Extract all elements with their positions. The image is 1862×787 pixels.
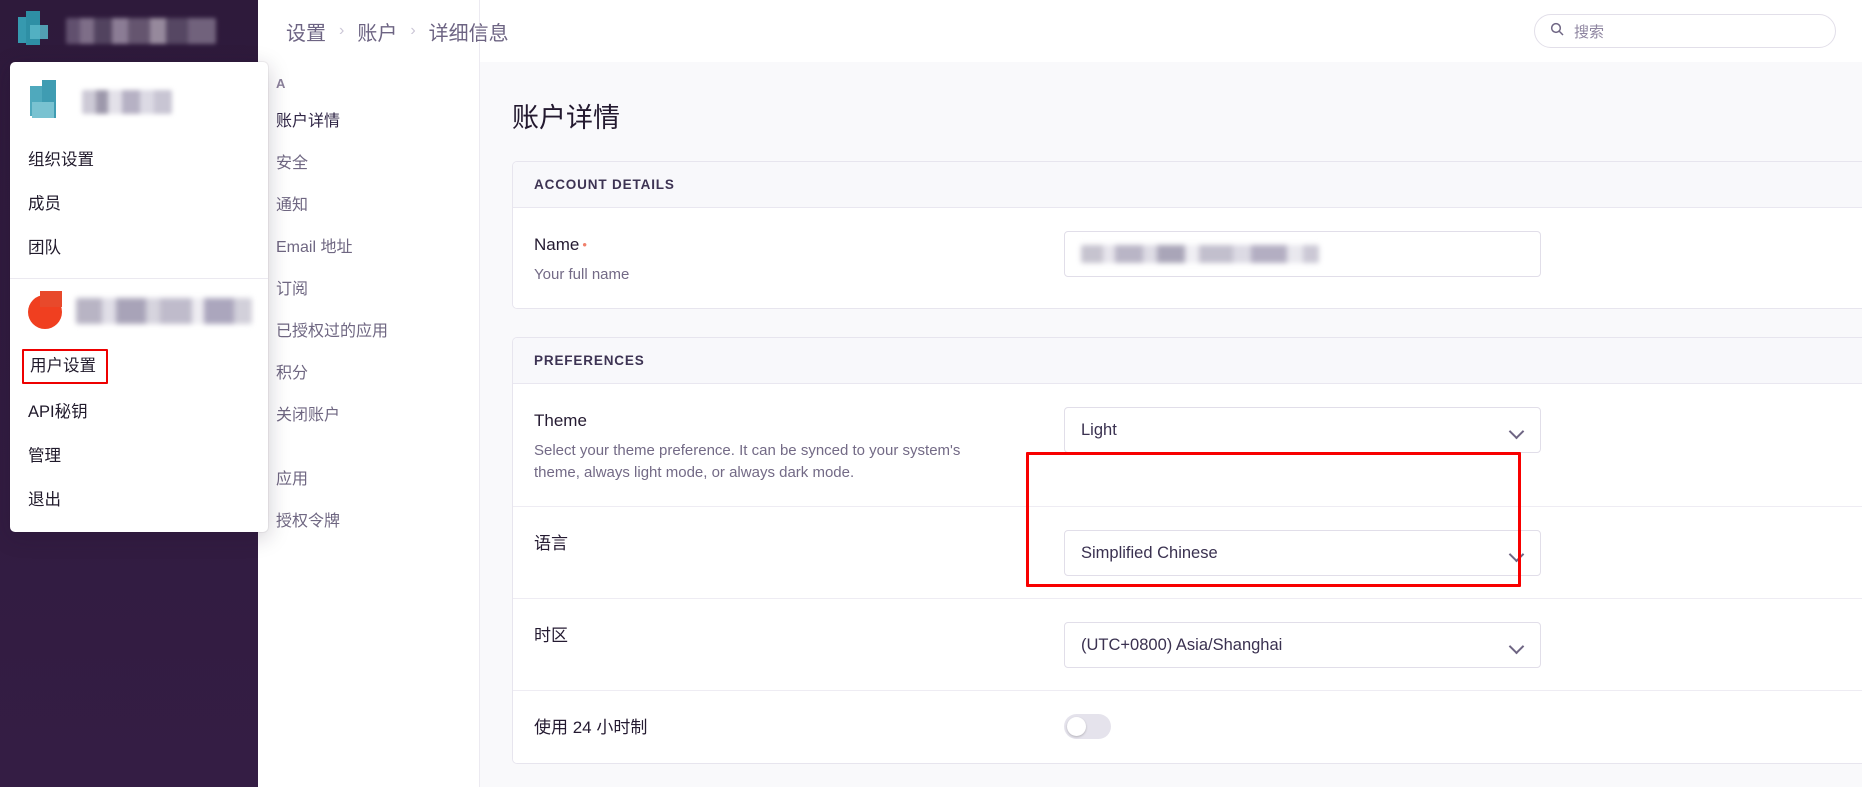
org-switcher[interactable]	[0, 0, 258, 62]
search-icon	[1549, 21, 1565, 42]
app-root: 统计 设置 a 账户详情 安全 通知 Email 地址 订阅 已授权过的应用 积…	[0, 0, 1862, 787]
name-description: Your full name	[534, 266, 630, 283]
settings-nav-group-title: a	[276, 76, 287, 91]
name-label: Name •	[534, 235, 587, 254]
user-settings-highlight-box: 用户设置	[22, 349, 108, 384]
theme-select[interactable]: Light	[1064, 407, 1541, 453]
page-title: 账户详情	[512, 103, 620, 133]
settings-content: 账户详情 ACCOUNT DETAILS Name • Your full nam…	[480, 62, 1862, 764]
timezone-select-value: (UTC+0800) Asia/Shanghai	[1081, 635, 1283, 654]
timezone-row: 时区 (UTC+0800) Asia/Shanghai	[513, 599, 1862, 691]
breadcrumb: 设置 › 账户 › 详细信息	[258, 0, 509, 62]
account-details-header: ACCOUNT DETAILS	[513, 162, 1862, 208]
hour24-row: 使用 24 小时制	[513, 691, 1862, 763]
name-row: Name • Your full name	[513, 208, 1862, 308]
hour24-label: 使用 24 小时制	[534, 718, 648, 737]
settings-nav-item-notifications[interactable]: 通知	[258, 185, 479, 227]
org-logo-icon	[26, 80, 72, 124]
theme-row-control-col: Light	[1064, 406, 1862, 453]
main-content: 搜索 账户详情 ACCOUNT DETAILS Name • Your full …	[480, 0, 1862, 787]
breadcrumb-item-account[interactable]: 账户	[357, 17, 397, 46]
dropdown-item-label: 用户设置	[30, 357, 96, 375]
hour24-row-label-col: 使用 24 小时制	[534, 713, 1064, 741]
settings-nav-item-email[interactable]: Email 地址	[258, 227, 479, 269]
search-input[interactable]: 搜索	[1534, 14, 1836, 48]
breadcrumb-item-settings[interactable]: 设置	[286, 17, 326, 46]
dropdown-user-header[interactable]	[10, 279, 268, 343]
dropdown-item-user-settings[interactable]: 用户设置	[10, 343, 268, 390]
language-label: 语言	[534, 534, 568, 553]
avatar	[26, 291, 66, 331]
settings-nav-item-subscription[interactable]: 订阅	[258, 269, 479, 311]
org-logo-icon	[16, 11, 56, 51]
breadcrumb-separator-icon: ›	[410, 22, 416, 39]
dropdown-item-admin[interactable]: 管理	[10, 434, 268, 478]
dropdown-item-api-keys[interactable]: API秘钥	[10, 390, 268, 434]
theme-select-value: Light	[1081, 420, 1117, 439]
breadcrumb-item-details[interactable]: 详细信息	[429, 17, 509, 46]
settings-nav-divider	[258, 437, 479, 459]
settings-nav-item-tokens[interactable]: 授权令牌	[258, 501, 479, 543]
preferences-card: PREFERENCES Theme Select your theme pref…	[512, 337, 1862, 764]
dropdown-org-header[interactable]	[10, 70, 268, 138]
settings-nav-item-authorized-apps[interactable]: 已授权过的应用	[258, 311, 479, 353]
dropdown-item-logout[interactable]: 退出	[10, 478, 268, 522]
theme-row: Theme Select your theme preference. It c…	[513, 384, 1862, 507]
hour24-row-control-col	[1064, 713, 1862, 739]
user-dropdown-menu: 组织设置 成员 团队 用户设置 API秘钥 管理 退出	[10, 62, 268, 532]
required-indicator: •	[582, 237, 587, 252]
language-row-label-col: 语言	[534, 529, 1064, 557]
name-value-redacted	[1081, 245, 1319, 263]
theme-label: Theme	[534, 411, 587, 430]
settings-nav-item-apps[interactable]: 应用	[258, 459, 479, 501]
preferences-header: PREFERENCES	[513, 338, 1862, 384]
dropdown-user-name-redacted	[76, 298, 252, 324]
search-placeholder: 搜索	[1574, 23, 1605, 41]
settings-sidebar: a 账户详情 安全 通知 Email 地址 订阅 已授权过的应用 积分 关闭账户…	[258, 0, 480, 787]
breadcrumb-separator-icon: ›	[339, 22, 345, 39]
dropdown-item-org-settings[interactable]: 组织设置	[10, 138, 268, 182]
settings-nav-item-close-account[interactable]: 关闭账户	[258, 395, 479, 437]
name-row-control-col	[1064, 230, 1862, 277]
settings-nav-item-account-details[interactable]: 账户详情	[258, 101, 479, 143]
name-row-label-col: Name • Your full name	[534, 230, 1064, 286]
language-select-value: Simplified Chinese	[1081, 543, 1218, 562]
settings-nav-item-credits[interactable]: 积分	[258, 353, 479, 395]
name-field[interactable]	[1064, 231, 1541, 277]
settings-nav-item-security[interactable]: 安全	[258, 143, 479, 185]
dropdown-item-members[interactable]: 成员	[10, 182, 268, 226]
org-name-redacted	[66, 18, 216, 44]
timezone-row-control-col: (UTC+0800) Asia/Shanghai	[1064, 621, 1862, 668]
language-row: 语言 Simplified Chinese	[513, 507, 1862, 599]
language-select[interactable]: Simplified Chinese	[1064, 530, 1541, 576]
dropdown-org-name-redacted	[82, 90, 172, 114]
hour24-toggle[interactable]	[1064, 714, 1111, 739]
theme-row-label-col: Theme Select your theme preference. It c…	[534, 406, 1064, 484]
timezone-select[interactable]: (UTC+0800) Asia/Shanghai	[1064, 622, 1541, 668]
language-row-control-col: Simplified Chinese	[1064, 529, 1862, 576]
timezone-row-label-col: 时区	[534, 621, 1064, 649]
top-bar: 搜索	[480, 0, 1862, 62]
dropdown-item-teams[interactable]: 团队	[10, 226, 268, 270]
theme-description: Select your theme preference. It can be …	[534, 442, 961, 481]
toggle-knob	[1067, 717, 1086, 736]
account-details-card: ACCOUNT DETAILS Name • Your full name	[512, 161, 1862, 309]
timezone-label: 时区	[534, 626, 568, 645]
